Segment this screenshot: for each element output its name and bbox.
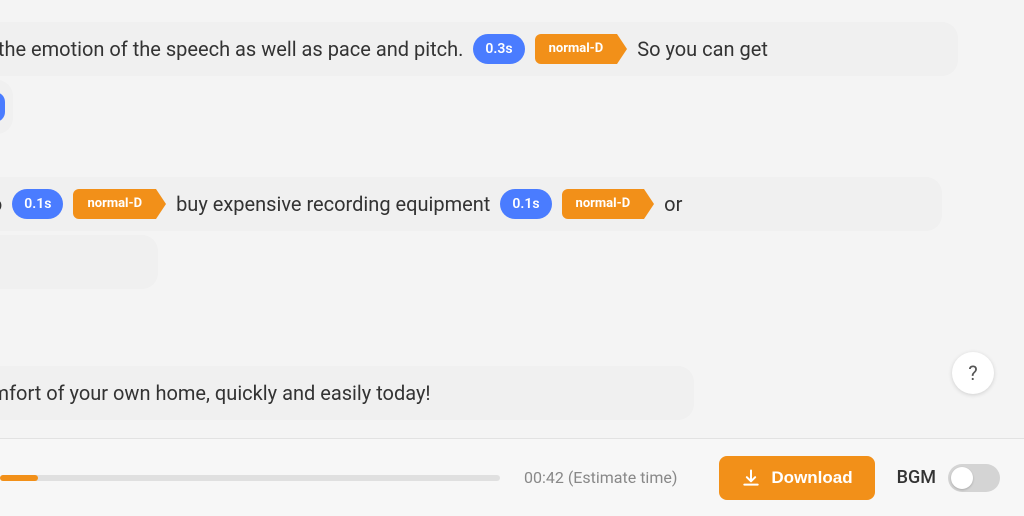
pause-pill[interactable]: 0.1s xyxy=(500,189,551,219)
script-text: ou to adjust the emotion of the speech a… xyxy=(0,33,463,65)
progress-fill xyxy=(0,475,38,481)
style-tag[interactable]: normal-D xyxy=(73,189,156,219)
help-button[interactable]: ? xyxy=(952,352,994,394)
script-text: So you can get xyxy=(637,33,768,65)
download-label: Download xyxy=(771,468,852,488)
script-line[interactable]: iceover from the comfort of your own hom… xyxy=(0,366,694,420)
script-line-continuation[interactable] xyxy=(0,80,13,134)
help-icon: ? xyxy=(968,361,977,385)
player-bar: 00:42 (Estimate time) Download BGM xyxy=(0,438,1024,516)
estimate-time: 00:42 (Estimate time) xyxy=(524,468,677,487)
script-line[interactable]: need to rent a studio 0.1s normal-D buy … xyxy=(0,177,942,231)
download-button[interactable]: Download xyxy=(719,456,874,500)
progress-track[interactable] xyxy=(0,475,500,481)
pause-pill[interactable]: 0.3s xyxy=(473,34,524,64)
script-line-continuation[interactable]: n agency. 0.3s xyxy=(0,235,158,289)
bgm-toggle[interactable] xyxy=(948,464,1000,492)
pause-pill[interactable] xyxy=(0,92,5,122)
pause-pill[interactable]: 0.1s xyxy=(12,189,63,219)
style-tag[interactable]: normal-D xyxy=(562,189,645,219)
toggle-knob xyxy=(951,467,973,489)
download-icon xyxy=(741,468,761,488)
script-text: buy expensive recording equipment xyxy=(176,188,490,220)
style-tag[interactable]: normal-D xyxy=(535,34,618,64)
script-text: need to rent a studio xyxy=(0,188,2,220)
bgm-label: BGM xyxy=(897,467,936,488)
script-text: iceover from the comfort of your own hom… xyxy=(0,377,431,409)
script-text: or xyxy=(664,188,682,220)
script-line[interactable]: ou to adjust the emotion of the speech a… xyxy=(0,22,958,76)
